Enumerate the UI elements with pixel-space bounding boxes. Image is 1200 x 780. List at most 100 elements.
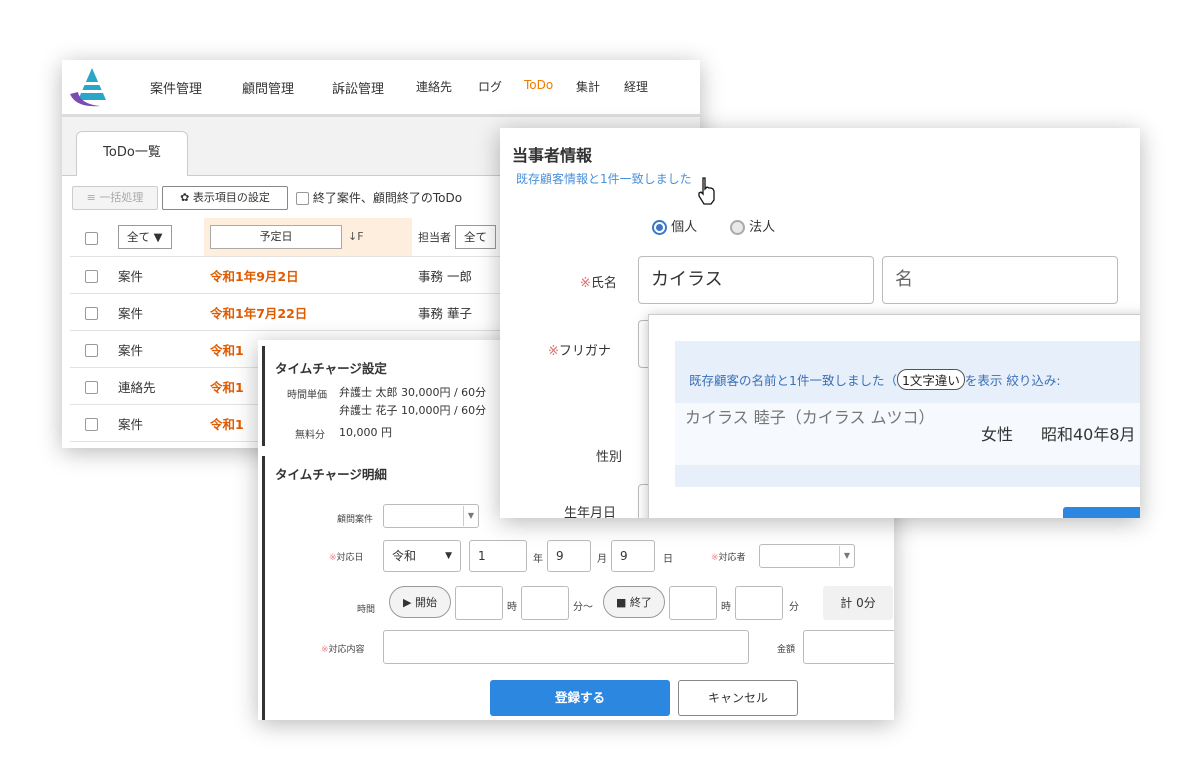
display-settings-label: 表示項目の設定 <box>192 191 270 204</box>
nav-todo[interactable]: ToDo <box>524 78 553 92</box>
content-input[interactable] <box>383 630 749 664</box>
table-row[interactable]: 案件 令和1年7月22日 事務 華子 <box>70 293 502 331</box>
nav-litigation-management[interactable]: 訴訟管理 <box>332 78 384 97</box>
match-result-gender: 女性 <box>981 425 1014 444</box>
date-column-header[interactable]: 予定日 <box>210 225 342 249</box>
birthdate-label: 生年月日 <box>564 506 617 518</box>
display-settings-button[interactable]: ✿ 表示項目の設定 <box>162 186 288 210</box>
year-input[interactable]: 1 <box>469 540 527 572</box>
surname-input[interactable]: カイラス <box>638 256 874 304</box>
end-minute-input[interactable] <box>735 586 783 620</box>
row-date: 令和1年7月22日 <box>204 293 412 331</box>
match-result-row[interactable]: カイラス 睦子（カイラス ムツコ） 女性 昭和40年8月 <box>675 403 1140 465</box>
content-label-text: 対応内容 <box>328 645 365 655</box>
corporate-radio[interactable] <box>730 220 745 235</box>
row-type: 案件 <box>112 256 204 294</box>
cancel-button[interactable]: キャンセル <box>678 680 798 716</box>
required-mark: ※ <box>329 553 337 563</box>
corporate-label: 法人 <box>749 220 776 235</box>
match-suggestion-panel: 既存顧客の名前と1件一致しました（ 1文字違い を表示 絞り込み: カイラス 睦子（… <box>675 341 1140 487</box>
party-info-title: 当事者情報 <box>512 146 593 165</box>
amount-input[interactable] <box>803 630 894 664</box>
name-label-text: 氏名 <box>590 276 617 291</box>
match-result-name: カイラス 睦子（カイラス ムツコ） <box>685 408 935 427</box>
time-charge-detail-title: タイムチャージ明細 <box>275 467 387 482</box>
start-minute-input[interactable] <box>521 586 569 620</box>
match-message: 既存顧客の名前と1件一致しました（ 1文字違い を表示 絞り込み: <box>689 369 1061 390</box>
row-assignee: 事務 一郎 <box>412 256 502 294</box>
row-checkbox[interactable] <box>84 343 98 357</box>
time-charge-settings-title: タイムチャージ設定 <box>275 361 387 376</box>
match-message-prefix: 既存顧客の名前と1件一致しました（ <box>689 373 897 388</box>
era-value: 令和 <box>392 549 417 563</box>
popup-action-button[interactable] <box>1063 507 1140 518</box>
content-label: ※対応内容 <box>321 642 365 655</box>
select-all-checkbox[interactable] <box>84 231 98 245</box>
era-chevron-icon: ▼ <box>445 551 452 561</box>
bulk-process-button[interactable]: ≡ 一括処理 <box>72 186 158 210</box>
required-mark: ※ <box>580 276 591 291</box>
row-checkbox[interactable] <box>84 269 98 283</box>
hour-unit: 時 <box>507 602 517 613</box>
top-navigation: 案件管理 顧問管理 訴訟管理 連絡先 ログ ToDo 集計 経理 <box>62 60 700 117</box>
nav-accounting[interactable]: 経理 <box>624 78 648 95</box>
match-result-birthdate: 昭和40年8月 <box>1041 425 1136 444</box>
year-unit: 年 <box>533 554 543 565</box>
individual-radio-option[interactable]: 個人 <box>652 216 697 235</box>
nav-case-management[interactable]: 案件管理 <box>150 78 202 97</box>
given-name-input[interactable]: 名 <box>882 256 1118 304</box>
total-time: 計 0分 <box>823 586 893 620</box>
one-char-diff-toggle[interactable]: 1文字違い <box>896 369 965 390</box>
nav-advisory-management[interactable]: 顧問管理 <box>242 78 294 97</box>
row-date: 令和1年9月2日 <box>204 256 412 294</box>
nav-log[interactable]: ログ <box>478 78 502 95</box>
row-type: 案件 <box>112 404 204 442</box>
free-label: 無料分 <box>295 430 325 441</box>
register-button[interactable]: 登録する <box>490 680 670 716</box>
required-mark: ※ <box>711 553 719 563</box>
row-type: 案件 <box>112 330 204 368</box>
tab-todo-list[interactable]: ToDo一覧 <box>76 131 188 176</box>
gear-icon: ✿ <box>180 191 190 204</box>
free-value: 10,000 円 <box>339 426 392 439</box>
start-button[interactable]: ▶ 開始 <box>389 586 451 618</box>
furigana-label: ※フリガナ <box>548 340 611 359</box>
row-type: 案件 <box>112 293 204 331</box>
bulk-process-label: 一括処理 <box>99 191 144 204</box>
match-suggestion-popup: 既存顧客の名前と1件一致しました（ 1文字違い を表示 絞り込み: カイラス 睦子（… <box>648 314 1140 518</box>
gender-label: 性別 <box>596 450 623 465</box>
day-input[interactable]: 9 <box>611 540 655 572</box>
rate-line-1: 弁護士 太郎 30,000円 / 60分 <box>339 386 487 399</box>
stop-button[interactable]: ■ 終了 <box>603 586 665 618</box>
table-header-row: 全て ▼ 予定日 ↓F 担当者 全て <box>70 218 502 257</box>
include-closed-checkbox[interactable] <box>296 192 309 205</box>
nav-aggregate[interactable]: 集計 <box>576 78 600 95</box>
assignee-filter-select[interactable]: 全て <box>454 225 496 249</box>
row-type: 連絡先 <box>112 367 204 405</box>
row-checkbox[interactable] <box>84 380 98 394</box>
required-mark: ※ <box>548 344 559 359</box>
nav-contacts[interactable]: 連絡先 <box>416 78 452 95</box>
row-checkbox[interactable] <box>84 417 98 431</box>
individual-radio[interactable] <box>652 220 667 235</box>
existing-client-match-link[interactable]: 既存顧客情報と1件一致しました <box>516 170 692 187</box>
start-hour-input[interactable] <box>455 586 503 620</box>
rate-line-2: 弁護士 花子 10,000円 / 60分 <box>339 404 487 417</box>
end-hour-input[interactable] <box>669 586 717 620</box>
date-label-text: 対応日 <box>336 553 364 563</box>
individual-label: 個人 <box>671 220 698 235</box>
minute-range-unit: 分～ <box>573 602 593 613</box>
time-label: 時間 <box>357 605 376 615</box>
match-message-suffix: を表示 絞り込み: <box>964 373 1061 388</box>
type-filter-select[interactable]: 全て ▼ <box>118 225 172 249</box>
row-checkbox[interactable] <box>84 306 98 320</box>
advisory-case-label: 顧問案件 <box>337 515 374 525</box>
table-row[interactable]: 案件 令和1年9月2日 事務 一郎 <box>70 256 502 294</box>
era-select[interactable]: 令和 ▼ <box>383 540 461 572</box>
corporate-radio-option[interactable]: 法人 <box>730 216 775 235</box>
include-closed-filter[interactable]: 終了案件、顧問終了のToDo <box>296 189 462 206</box>
month-input[interactable]: 9 <box>547 540 591 572</box>
sort-icon[interactable]: ↓F <box>348 230 364 243</box>
day-unit: 日 <box>663 554 673 565</box>
logo-icon <box>70 68 106 107</box>
